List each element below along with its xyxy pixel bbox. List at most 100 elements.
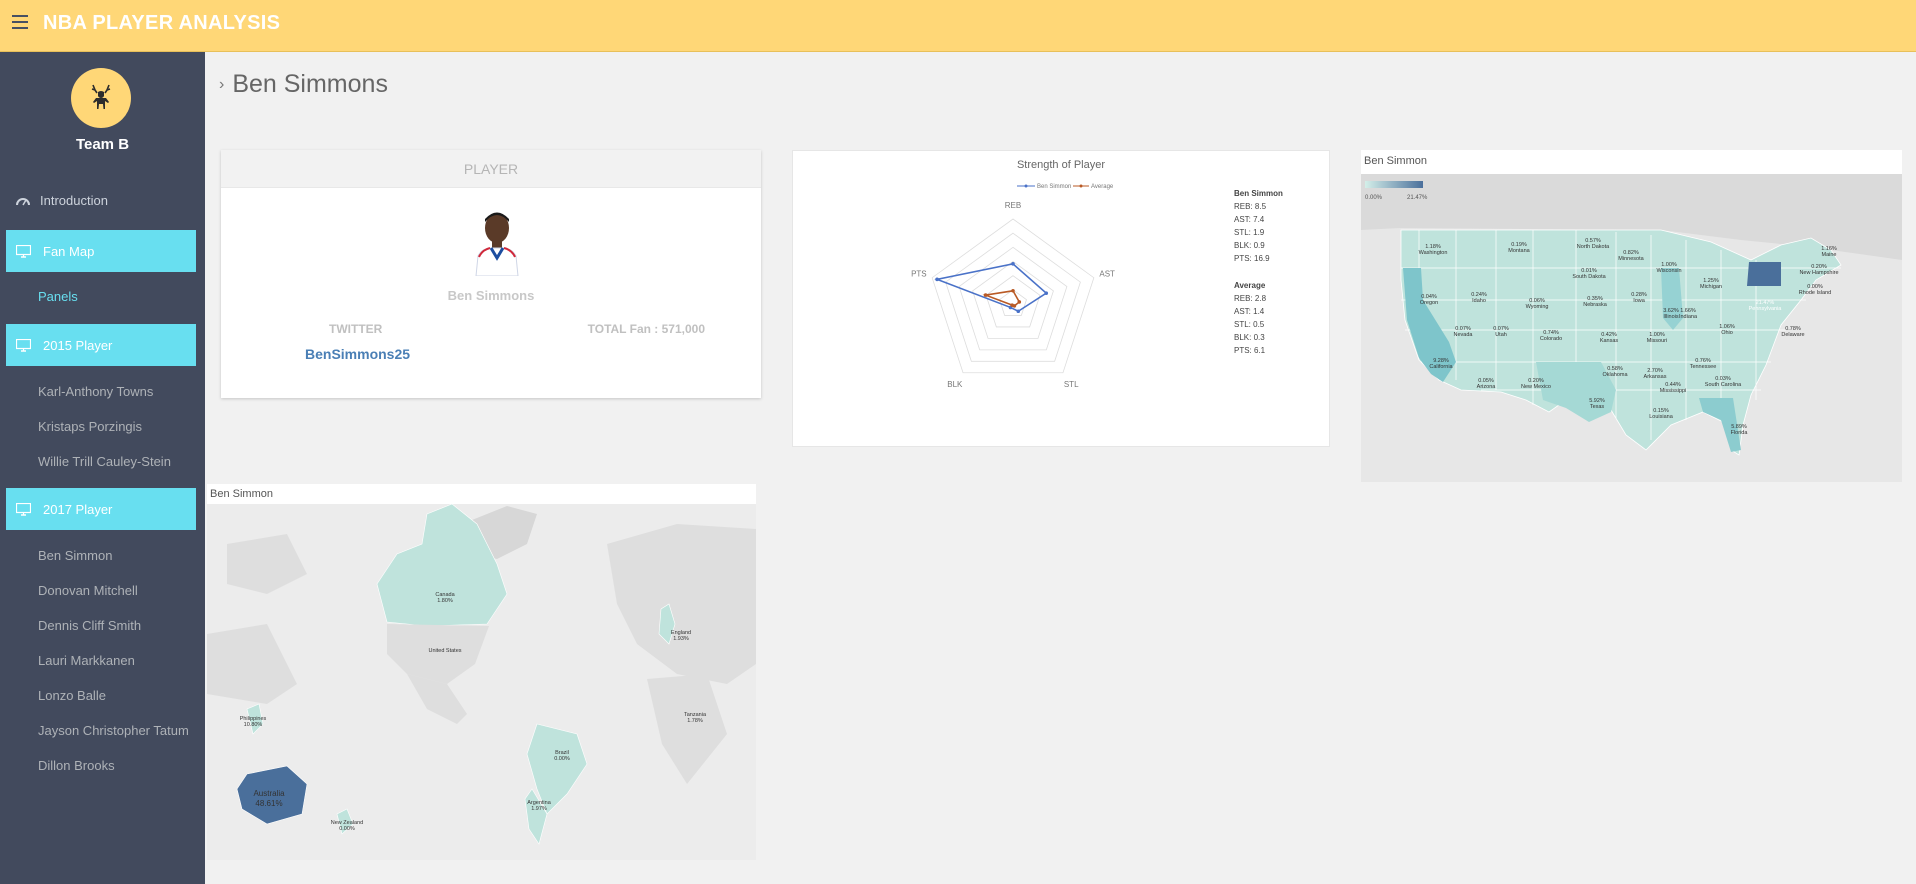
radar-axis-label-stl: STL	[1064, 380, 1079, 389]
us-state-name-south-dakota: South Dakota	[1572, 274, 1606, 280]
team-logo	[71, 68, 131, 128]
hamburger-icon[interactable]	[12, 15, 28, 29]
us-state-name-michigan: Michigan	[1700, 284, 1722, 290]
player-card: PLAYER Ben Simmons TWITTER TOTAL Fan : 5…	[221, 150, 761, 398]
us-state-name-washington: Washington	[1419, 250, 1448, 256]
us-state-name-wyoming: Wyoming	[1526, 304, 1549, 310]
us-state-name-texas: Texas	[1590, 404, 1605, 410]
us-state-name-maine: Maine	[1822, 252, 1837, 258]
monitor-icon	[16, 244, 31, 258]
us-state-name-kansas: Kansas	[1600, 338, 1619, 344]
nav-introduction[interactable]: Introduction	[16, 193, 108, 208]
world-country-value-canada: 1.80%	[437, 598, 453, 604]
us-state-name-missouri: Missouri	[1647, 338, 1667, 344]
stat-average-ast: AST: 1.4	[1234, 307, 1265, 316]
pennsylvania-region	[1747, 262, 1781, 286]
us-fan-map-card: Ben Simmon 0.00% 21.47% 1.18% Washington…	[1361, 150, 1902, 482]
us-state-name-florida: Florida	[1731, 430, 1749, 436]
us-state-name-pennsylvania: Pennsylvania	[1749, 306, 1783, 312]
world-country-value-new-zealand: 0.00%	[339, 826, 355, 832]
us-state-name-oregon: Oregon	[1420, 300, 1438, 306]
sidebar-item-ben-simmon[interactable]: Ben Simmon	[38, 548, 112, 563]
radar-axis-label-ast: AST	[1099, 269, 1115, 278]
us-state-name-mississippi: Mississippi	[1660, 388, 1687, 394]
radar-axis-label-reb: REB	[1005, 201, 1021, 210]
stat-player-reb: REB: 8.5	[1234, 202, 1267, 211]
radar-axis-label-blk: BLK	[947, 380, 963, 389]
sidebar-item-karl-anthony-towns[interactable]: Karl-Anthony Towns	[38, 384, 153, 399]
sidebar-item-donovan-mitchell[interactable]: Donovan Mitchell	[38, 583, 138, 598]
nav-fan-map[interactable]: Fan Map	[6, 230, 196, 272]
us-state-name-north-dakota: North Dakota	[1577, 244, 1610, 250]
world-country-value-australia: 48.61%	[255, 799, 282, 808]
radar-point-player-ast	[1044, 291, 1049, 296]
nav-panels[interactable]: Panels	[38, 289, 78, 304]
total-fan: TOTAL Fan : 571,000	[587, 322, 705, 336]
nav-introduction-label: Introduction	[40, 193, 108, 208]
stats-average-name: Average	[1234, 281, 1266, 290]
us-map-caption: Ben Simmon	[1364, 155, 1427, 167]
us-state-name-montana: Montana	[1508, 248, 1530, 254]
stat-player-pts: PTS: 16.9	[1234, 254, 1270, 263]
strength-radar-chart: Strength of Player Ben Simmon Average RE…	[911, 159, 1283, 389]
top-bar: NBA PLAYER ANALYSIS	[0, 0, 1916, 52]
page-title: Ben Simmons	[232, 70, 388, 98]
stat-average-stl: STL: 0.5	[1234, 320, 1265, 329]
breadcrumb: › Ben Simmons	[219, 70, 388, 99]
sidebar-item-lauri-markkanen[interactable]: Lauri Markkanen	[38, 653, 135, 668]
world-map-caption: Ben Simmon	[210, 488, 273, 500]
world-country-value-philippines: 10.80%	[244, 722, 263, 728]
us-state-name-delaware: Delaware	[1781, 332, 1804, 338]
us-state-name-rhode-island: Rhode Island	[1799, 290, 1831, 296]
sidebar-item-lonzo-balle[interactable]: Lonzo Balle	[38, 688, 106, 703]
strength-radar-card: Strength of Player Ben Simmon Average RE…	[792, 150, 1330, 447]
player-avatar	[475, 212, 519, 276]
dashboard-icon	[16, 197, 30, 205]
stat-average-blk: BLK: 0.3	[1234, 333, 1265, 342]
nav-fan-map-label: Fan Map	[43, 243, 95, 259]
us-fan-map: Ben Simmon 0.00% 21.47% 1.18%Washington0…	[1361, 150, 1902, 482]
radar-axis-labels: REB AST STL BLK PTS	[911, 201, 1115, 389]
radar-grid	[931, 218, 1095, 374]
team-name: Team B	[75, 136, 130, 153]
nav-2015-player[interactable]: 2015 Player	[6, 324, 196, 366]
stat-player-stl: STL: 1.9	[1234, 228, 1265, 237]
radar-title: Strength of Player	[1017, 159, 1105, 171]
us-state-name-colorado: Colorado	[1540, 336, 1562, 342]
sidebar-item-jayson-tatum[interactable]: Jayson Christopher Tatum	[38, 723, 189, 738]
us-legend-max: 21.47%	[1407, 195, 1428, 201]
us-state-name-illinois: Illinois	[1663, 314, 1679, 320]
stat-average-pts: PTS: 6.1	[1234, 346, 1266, 355]
monitor-icon	[16, 502, 31, 516]
world-fan-map-card: Ben Simmon Canada 1.80% United States Engla…	[207, 484, 756, 860]
radar-legend-player: Ben Simmon	[1037, 184, 1071, 190]
twitter-handle-link[interactable]: BenSimmons25	[305, 346, 410, 362]
us-state-name-arkansas: Arkansas	[1644, 374, 1667, 380]
radar-point-player-reb	[1011, 262, 1015, 266]
player-name: Ben Simmons	[447, 288, 535, 303]
us-state-name-new-hampshire: New Hampshire	[1799, 270, 1838, 276]
us-state-name-indiana: Indiana	[1679, 314, 1698, 320]
radar-point-average-pts	[983, 293, 988, 297]
nav-2017-player-label: 2017 Player	[43, 501, 113, 517]
sidebar-item-kristaps-porzingis[interactable]: Kristaps Porzingis	[38, 419, 142, 434]
world-country-value-brazil: 0.00%	[554, 756, 570, 762]
sidebar: Team B Introduction Fan Map Panels 2015 …	[0, 52, 205, 884]
sidebar-item-dennis-smith[interactable]: Dennis Cliff Smith	[38, 618, 141, 633]
us-state-name-idaho: Idaho	[1472, 298, 1486, 304]
twitter-label: TWITTER	[329, 322, 383, 336]
us-legend-min: 0.00%	[1365, 195, 1383, 201]
nav-2017-player[interactable]: 2017 Player	[6, 488, 196, 530]
us-state-name-minnesota: Minnesota	[1618, 256, 1644, 262]
us-state-name-oklahoma: Oklahoma	[1602, 372, 1628, 378]
us-state-name-ohio: Ohio	[1721, 330, 1733, 336]
radar-axis-label-pts: PTS	[911, 269, 927, 278]
deer-icon	[91, 84, 111, 109]
sidebar-item-dillon-brooks[interactable]: Dillon Brooks	[38, 758, 115, 773]
world-country-name-united-states: United States	[428, 648, 461, 654]
stat-player-ast: AST: 7.4	[1234, 215, 1265, 224]
us-state-name-nevada: Nevada	[1454, 332, 1474, 338]
sidebar-item-willie-cauley-stein[interactable]: Willie Trill Cauley-Stein	[38, 454, 171, 469]
radar-point-average-ast	[1017, 300, 1022, 304]
chevron-right-icon: ›	[219, 75, 225, 93]
